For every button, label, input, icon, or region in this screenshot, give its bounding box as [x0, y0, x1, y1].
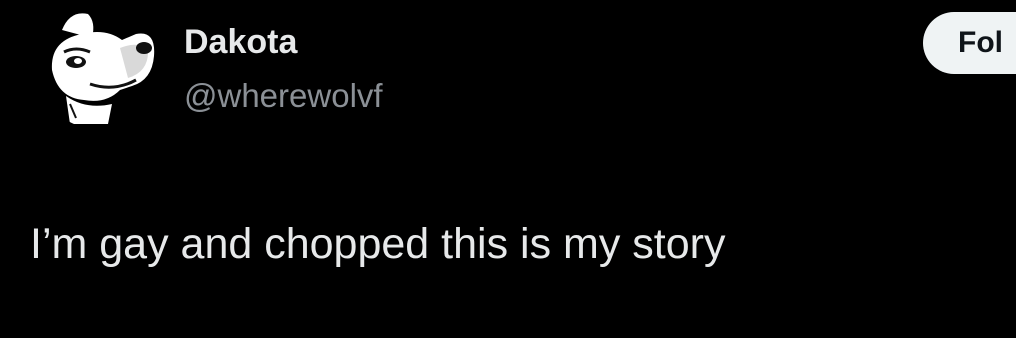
author-display-name[interactable]: Dakota — [184, 22, 297, 62]
tweet-text: I’m gay and chopped this is my story — [30, 220, 726, 268]
tweet-card: Dakota @wherewolvf Fol I’m gay and chopp… — [0, 0, 1016, 338]
cartoon-dog-avatar-icon — [36, 0, 166, 130]
avatar[interactable] — [36, 0, 166, 130]
follow-button[interactable]: Fol — [923, 12, 1016, 74]
author-handle[interactable]: @wherewolvf — [184, 76, 383, 116]
